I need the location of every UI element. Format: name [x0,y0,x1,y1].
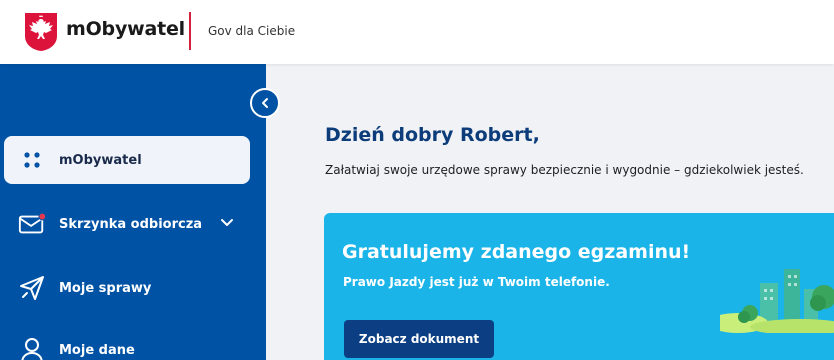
city-landscape-illustration [708,253,834,335]
exam-congrats-banner: Gratulujemy zdanego egzaminu! Prawo Jazd… [324,213,834,360]
sidebar-item-label: Moje dane [59,342,135,358]
chevron-down-icon[interactable] [220,216,234,234]
sidebar-item-mobywatel[interactable]: mObywatel [4,136,250,184]
sidebar-item-label: Skrzynka odbiorcza [59,216,203,232]
sidebar-item-label: mObywatel [59,152,142,168]
banner-title: Gratulujemy zdanego egzaminu! [342,241,691,263]
app-header: mObywatel Gov dla Ciebie [0,0,834,64]
paper-plane-icon [18,274,46,302]
greeting-subtitle: Załatwiaj swoje urzędowe sprawy bezpiecz… [325,163,804,177]
sidebar-item-moje-sprawy[interactable]: Moje sprawy [4,264,250,312]
envelope-icon [18,210,46,238]
sidebar-collapse-button[interactable] [250,88,280,118]
polish-eagle-emblem-icon[interactable] [24,12,58,52]
sidebar: mObywatel Skrzynka odbiorcza Moje sprawy [0,64,266,360]
chevron-left-icon [259,97,271,109]
app-title[interactable]: mObywatel [66,18,185,40]
greeting-heading: Dzień dobry Robert, [325,124,540,146]
sidebar-item-label: Moje sprawy [59,280,152,296]
sidebar-item-skrzynka-odbiorcza[interactable]: Skrzynka odbiorcza [4,200,250,248]
user-icon [18,336,46,360]
banner-text: Prawo Jazdy jest już w Twoim telefonie. [343,275,610,289]
header-subtitle[interactable]: Gov dla Ciebie [208,24,295,38]
view-document-button[interactable]: Zobacz dokument [344,320,494,358]
sidebar-item-moje-dane[interactable]: Moje dane [4,326,250,360]
grid-dots-icon [18,146,46,174]
header-divider [189,12,191,50]
